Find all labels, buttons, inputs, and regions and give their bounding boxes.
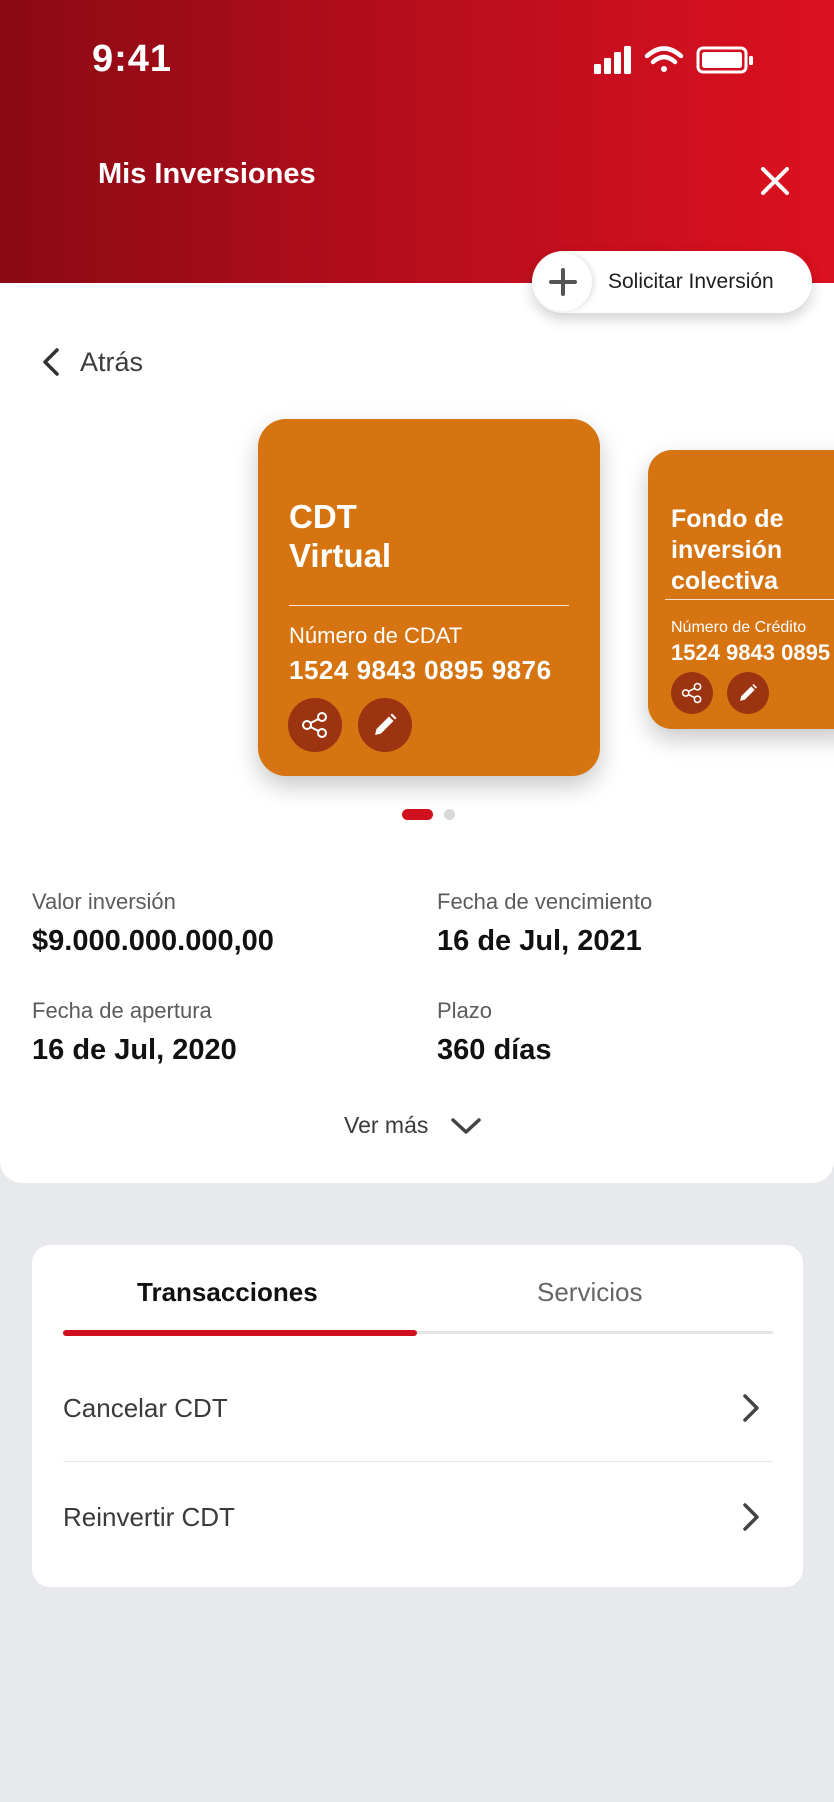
valor-label: Valor inversión bbox=[32, 889, 176, 914]
card-number: 1524 9843 0895 9876 bbox=[289, 655, 552, 685]
list-item-reinvertir-cdt[interactable]: Reinvertir CDT bbox=[63, 1463, 773, 1571]
chevron-down-icon bbox=[451, 1117, 482, 1134]
battery-icon bbox=[696, 46, 753, 74]
card-title: Fondo de inversión colectiva bbox=[671, 505, 784, 595]
card-number-label: Número de CDAT bbox=[289, 623, 463, 648]
carousel-dot-active[interactable] bbox=[402, 809, 433, 820]
share-icon[interactable] bbox=[288, 698, 342, 752]
list-item-label: Reinvertir CDT bbox=[63, 1501, 235, 1532]
page-title: Mis Inversiones bbox=[98, 158, 316, 190]
chevron-right-icon bbox=[743, 1503, 759, 1531]
chevron-left-icon bbox=[43, 348, 59, 376]
ver-mas-button[interactable]: Ver más bbox=[344, 1112, 482, 1139]
card-number: 1524 9843 0895 9876 bbox=[671, 640, 834, 665]
vencimiento-value: 16 de Jul, 2021 bbox=[437, 925, 642, 957]
valor-value: $9.000.000.000,00 bbox=[32, 925, 274, 957]
share-icon[interactable] bbox=[671, 672, 713, 714]
transactions-panel: Transacciones Servicios Cancelar CDT Rei… bbox=[32, 1245, 803, 1587]
signal-icon bbox=[594, 46, 631, 74]
list-item-cancelar-cdt[interactable]: Cancelar CDT bbox=[63, 1354, 773, 1462]
investment-card-cdt[interactable]: CDT Virtual Número de CDAT 1524 9843 089… bbox=[258, 419, 600, 776]
edit-icon[interactable] bbox=[727, 672, 769, 714]
card-number-label: Número de Crédito bbox=[671, 619, 807, 636]
status-icons bbox=[594, 46, 753, 74]
list-divider bbox=[63, 1461, 773, 1462]
card-title: CDT Virtual bbox=[289, 498, 392, 574]
apertura-label: Fecha de apertura bbox=[32, 998, 212, 1023]
list-item-label: Cancelar CDT bbox=[63, 1392, 228, 1423]
back-label: Atrás bbox=[80, 346, 144, 377]
apertura-value: 16 de Jul, 2020 bbox=[32, 1034, 237, 1066]
card-divider bbox=[665, 599, 834, 600]
status-time: 9:41 bbox=[92, 38, 173, 80]
carousel-dot[interactable] bbox=[444, 809, 455, 820]
chevron-right-icon bbox=[743, 1394, 759, 1422]
card-divider bbox=[289, 605, 569, 606]
tab-active-indicator bbox=[63, 1330, 417, 1336]
close-icon[interactable] bbox=[755, 161, 795, 201]
plazo-value: 360 días bbox=[437, 1034, 552, 1066]
tab-servicios[interactable]: Servicios bbox=[537, 1277, 642, 1308]
solicitar-inversion-label: Solicitar Inversión bbox=[608, 270, 774, 293]
plazo-label: Plazo bbox=[437, 998, 493, 1023]
tab-transacciones[interactable]: Transacciones bbox=[137, 1277, 318, 1308]
edit-icon[interactable] bbox=[358, 698, 412, 752]
carousel-indicator bbox=[402, 809, 455, 820]
back-button[interactable]: Atrás bbox=[40, 346, 143, 378]
header: 9:41 Mis Inversiones bbox=[0, 0, 834, 283]
plus-icon bbox=[534, 253, 592, 311]
vencimiento-label: Fecha de vencimiento bbox=[437, 889, 653, 914]
solicitar-inversion-button[interactable]: Solicitar Inversión bbox=[532, 251, 812, 313]
ver-mas-label: Ver más bbox=[344, 1112, 429, 1138]
investment-card-fondo[interactable]: Fondo de inversión colectiva Número de C… bbox=[648, 450, 834, 729]
wifi-icon bbox=[644, 46, 684, 72]
